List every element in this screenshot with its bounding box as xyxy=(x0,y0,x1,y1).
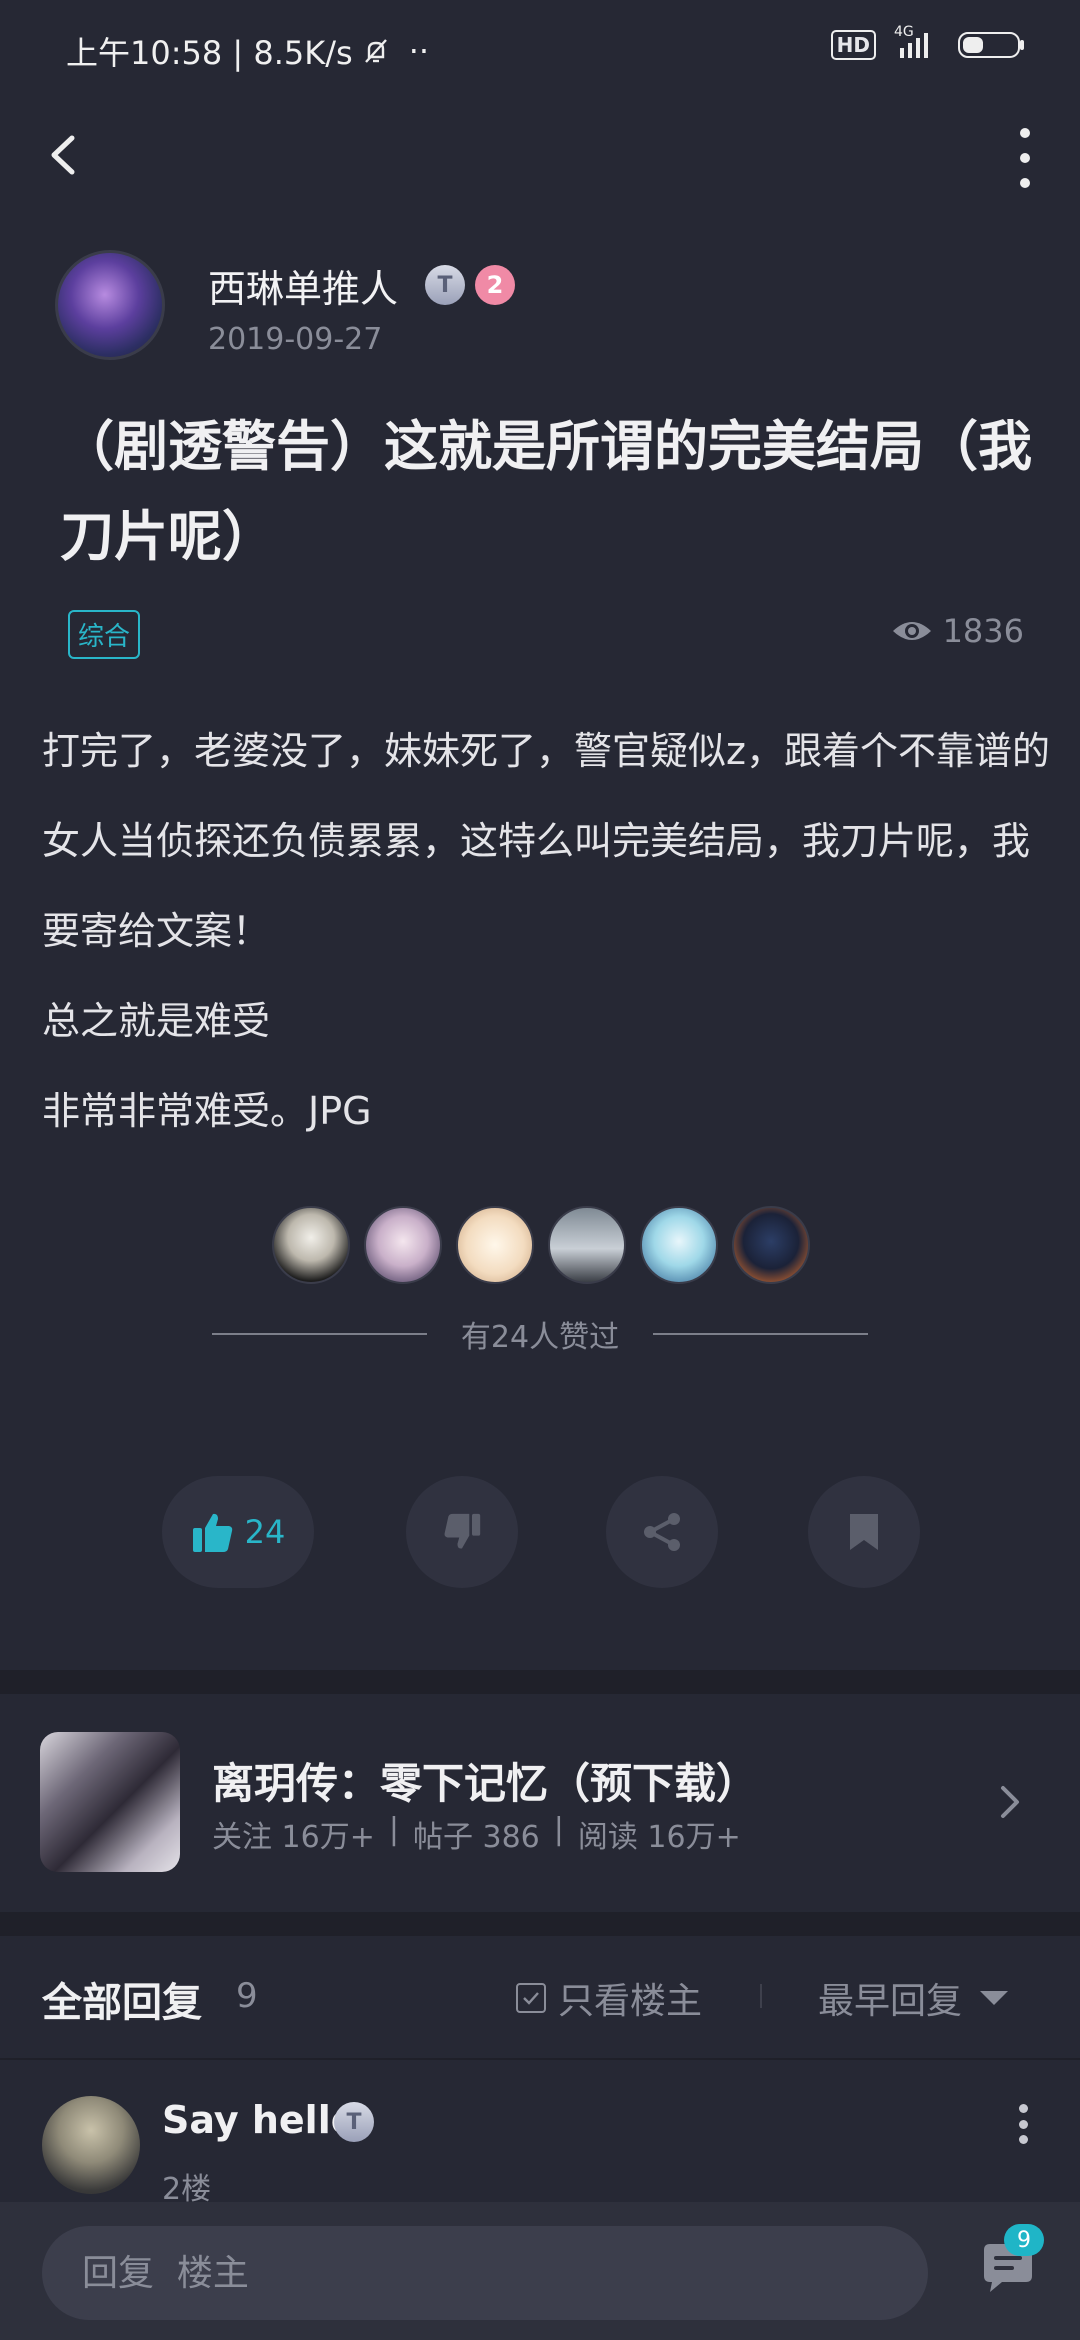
liker-avatar[interactable] xyxy=(732,1206,810,1284)
reply-input[interactable] xyxy=(42,2226,928,2320)
post-title: （剧透警告）这就是所谓的完美结局（我刀片呢） xyxy=(60,415,1032,568)
back-icon[interactable] xyxy=(40,130,90,180)
chevron-right-icon[interactable] xyxy=(990,1782,1030,1822)
status-time: 上午10:58 | 8.5K/s xyxy=(66,34,353,72)
network-label: 4G xyxy=(894,24,914,40)
mute-bell-icon xyxy=(364,39,387,63)
more-icon[interactable] xyxy=(1010,128,1040,188)
reply-avatar[interactable] xyxy=(42,2096,140,2194)
share-icon xyxy=(644,1513,680,1551)
status-bar: 上午10:58 | 8.5K/s ·· HD 4G xyxy=(0,0,1080,100)
status-left: 上午10:58 | 8.5K/s ·· xyxy=(66,28,429,74)
post-paragraph: 总之就是难受 xyxy=(42,999,271,1043)
category-tag[interactable]: 综合 xyxy=(68,610,141,659)
signal-icon: 4G xyxy=(894,24,940,60)
replies-count: 9 xyxy=(236,1976,258,2016)
post-body: 打完了，老婆没了，妹妹死了，警官疑似z，跟着个不靠谱的女人当侦探还负债累累，这特… xyxy=(42,706,1052,1156)
bookmark-button[interactable] xyxy=(808,1476,920,1588)
header-divider xyxy=(760,1984,762,2008)
author-avatar[interactable] xyxy=(55,250,165,360)
stat-separator: | xyxy=(388,1812,399,1847)
replies-title: 全部回复 xyxy=(42,1980,202,2026)
post-paragraph: 打完了，老婆没了，妹妹死了，警官疑似z，跟着个不靠谱的女人当侦探还负债累累，这特… xyxy=(42,729,1050,953)
dropdown-triangle-icon xyxy=(980,1991,1009,2005)
liker-avatars[interactable] xyxy=(272,1206,810,1284)
author-name[interactable]: 西琳单推人 xyxy=(208,258,398,313)
user-title-badge: T xyxy=(334,2102,374,2142)
game-cover[interactable] xyxy=(40,1732,180,1872)
liker-avatar[interactable] xyxy=(640,1206,718,1284)
liker-avatar[interactable] xyxy=(456,1206,534,1284)
liked-count-text: 有24人赞过 xyxy=(460,1320,620,1355)
view-count: 1836 xyxy=(891,612,1024,650)
liker-avatar[interactable] xyxy=(364,1206,442,1284)
post-date: 2019-09-27 xyxy=(208,322,383,357)
comment-count-badge: 9 xyxy=(1004,2224,1044,2256)
status-right: HD 4G xyxy=(830,24,1024,60)
share-button[interactable] xyxy=(606,1476,718,1588)
game-follow: 关注 16万+ xyxy=(212,1820,375,1855)
thumbs-down-icon xyxy=(444,1513,481,1549)
liker-avatar[interactable] xyxy=(272,1206,350,1284)
reply-more-icon[interactable] xyxy=(1016,2104,1030,2144)
post-paragraph: 非常非常难受。JPG xyxy=(42,1089,372,1133)
stat-separator: | xyxy=(553,1812,564,1847)
dislike-button[interactable] xyxy=(406,1476,518,1588)
divider xyxy=(0,2058,1080,2060)
liker-avatar[interactable] xyxy=(548,1206,626,1284)
game-title[interactable]: 离玥传：零下记忆（预下载） xyxy=(212,1750,758,1811)
section-divider xyxy=(0,1670,1080,1694)
sort-label: 最早回复 xyxy=(818,1981,963,2022)
game-posts: 帖子 386 xyxy=(412,1820,540,1855)
only-op-label: 只看楼主 xyxy=(558,1981,703,2022)
bookmark-icon xyxy=(850,1514,878,1550)
game-reads: 阅读 16万+ xyxy=(577,1820,741,1855)
checkbox-icon[interactable] xyxy=(516,1983,546,2013)
sort-dropdown[interactable]: 最早回复 xyxy=(818,1972,1009,2024)
eye-icon xyxy=(892,622,931,640)
liked-summary: 有24人赞过 xyxy=(212,1312,868,1356)
status-dots: ·· xyxy=(408,32,430,70)
battery-icon xyxy=(958,32,1024,58)
level-badge: 2 xyxy=(475,265,515,305)
section-divider xyxy=(0,1912,1080,1936)
view-count-value: 1836 xyxy=(942,612,1024,650)
only-op-toggle[interactable]: 只看楼主 xyxy=(516,1972,702,2024)
like-button[interactable]: 24 xyxy=(162,1476,314,1588)
game-stats: 关注 16万+ | 帖子 386 | 阅读 16万+ xyxy=(212,1812,741,1856)
user-title-badge: T xyxy=(425,265,465,305)
like-count: 24 xyxy=(244,1513,286,1551)
thumbs-up-icon xyxy=(192,1513,232,1552)
hd-indicator: HD xyxy=(830,30,876,60)
reply-author-name[interactable]: Say hello xyxy=(162,2098,357,2142)
